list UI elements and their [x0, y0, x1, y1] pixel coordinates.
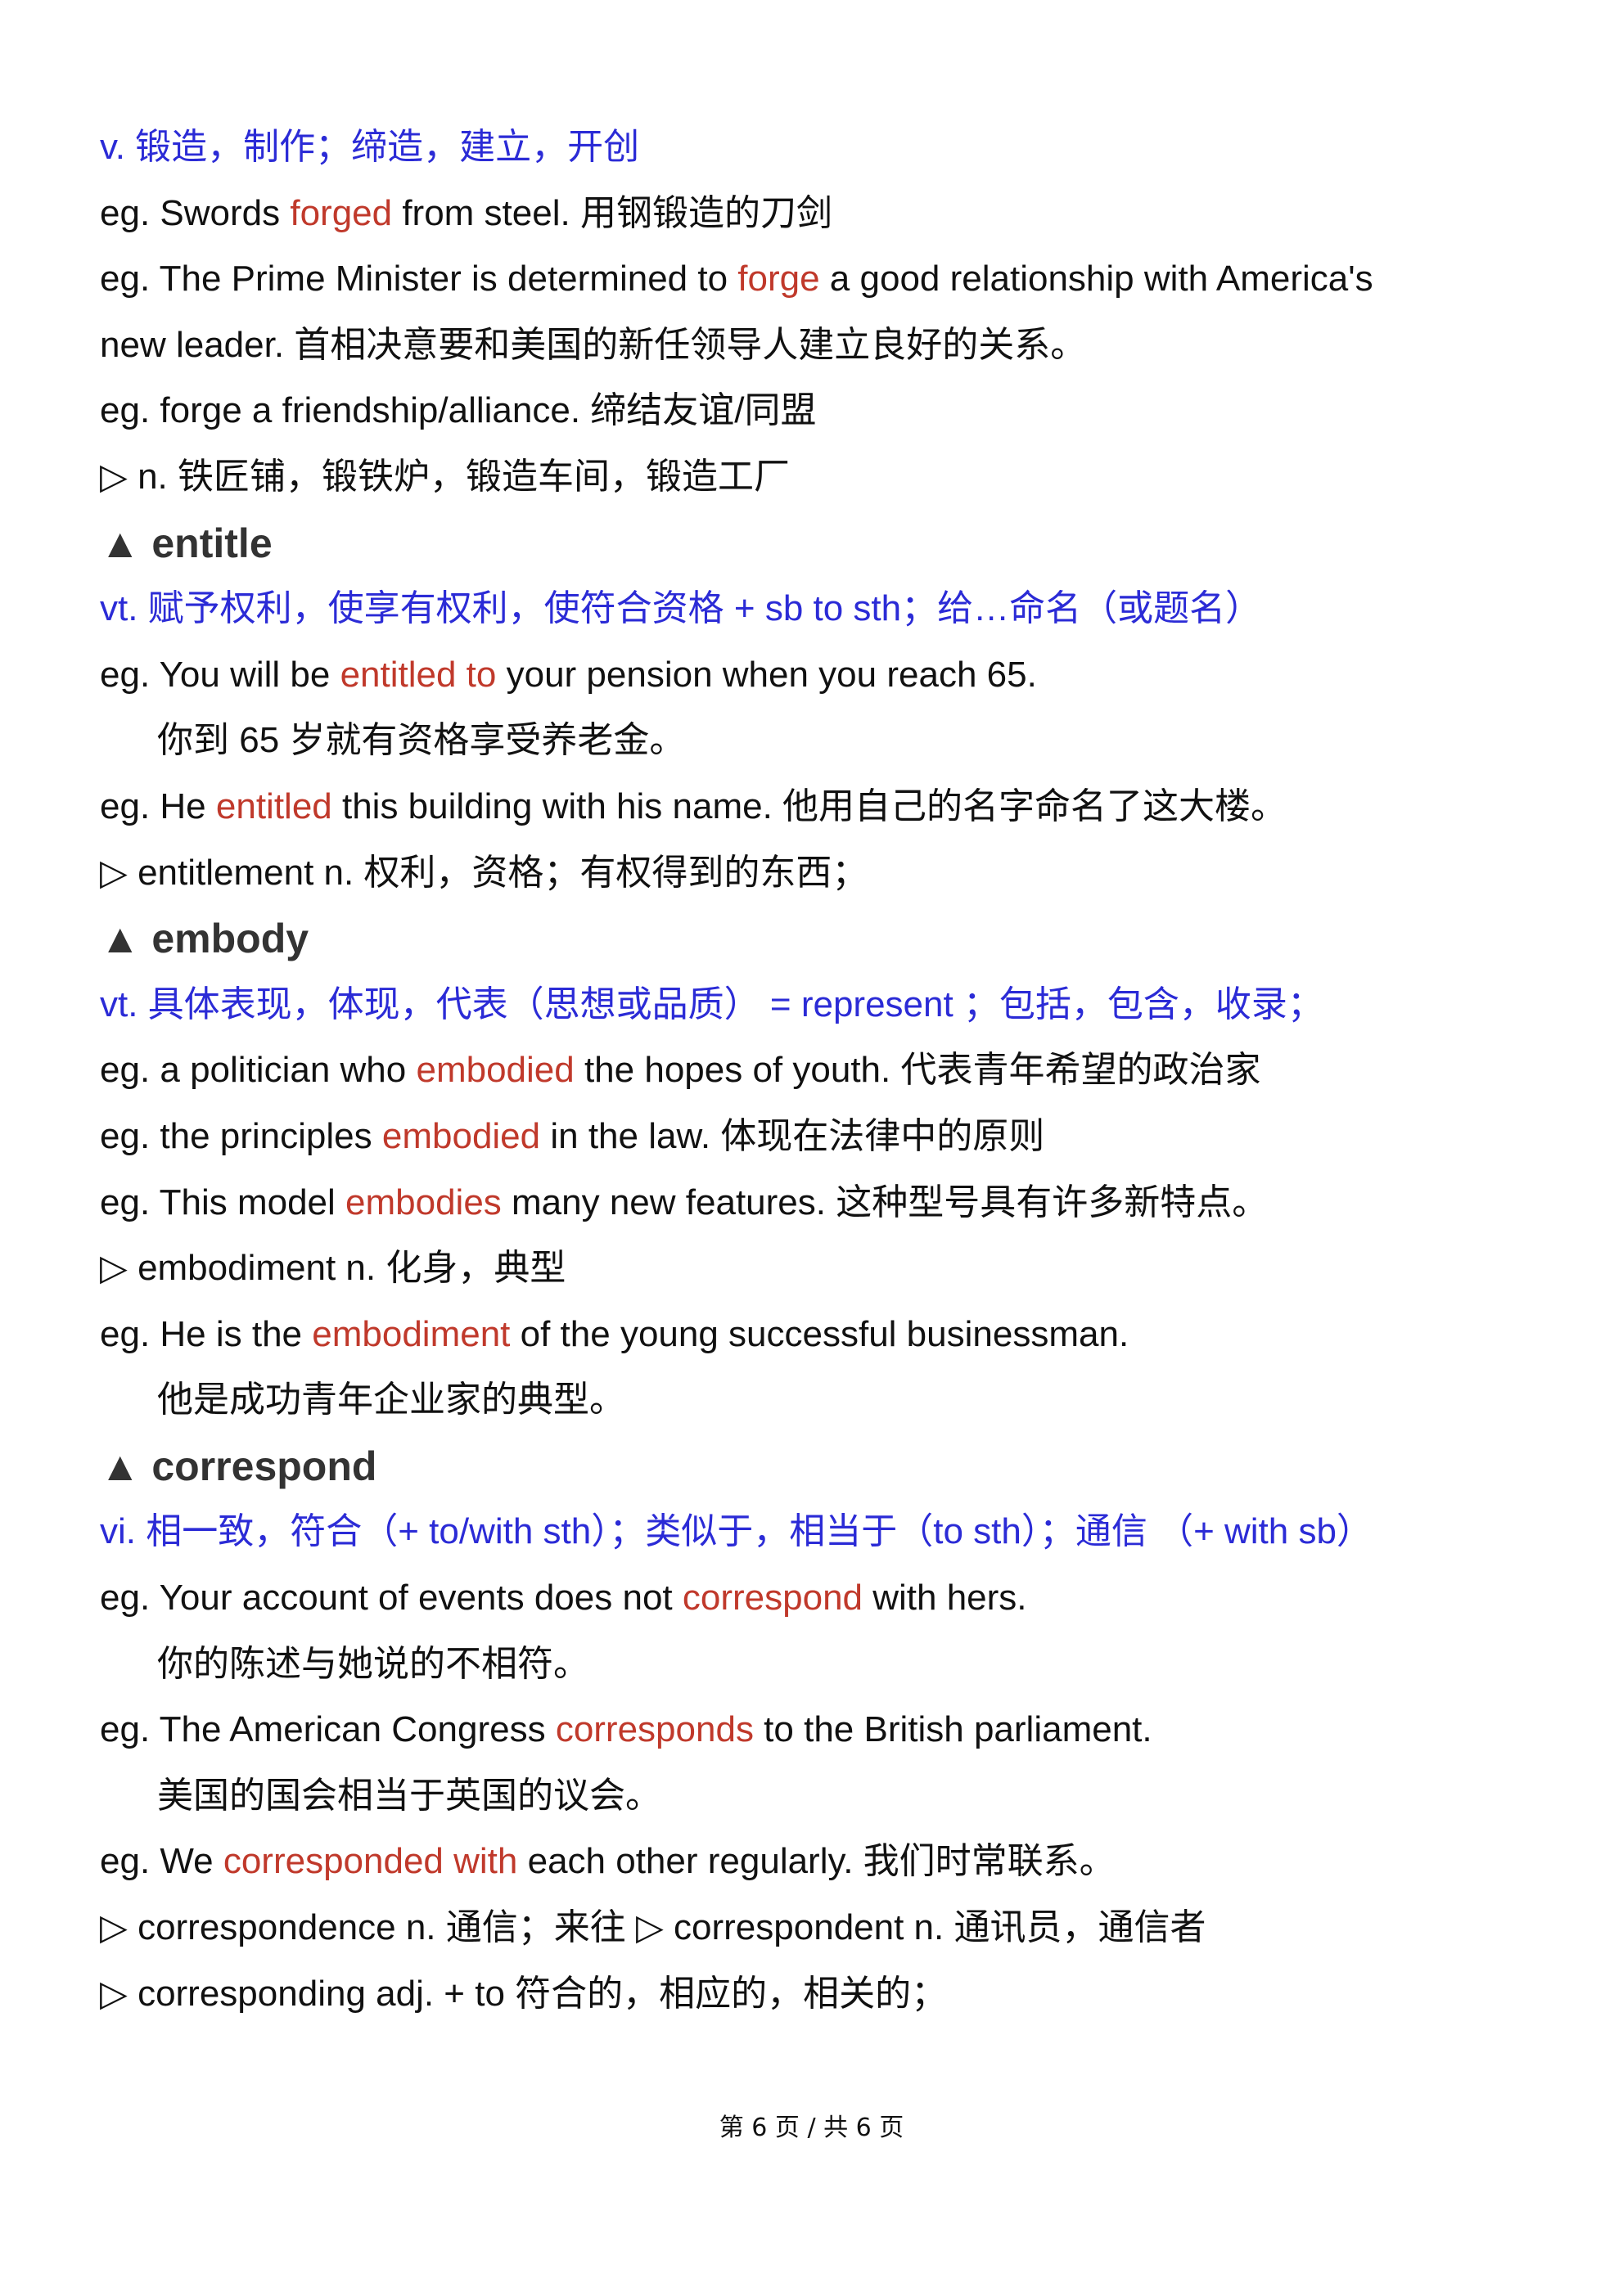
text-segment: many new features. 这种型号具有许多新特点。 — [501, 1182, 1269, 1222]
highlighted-word: corresponded with — [223, 1841, 518, 1882]
text-line: eg. You will be entitled to your pension… — [100, 642, 1557, 709]
text-segment: ▷ correspondence n. 通信；来往 ▷ corresponden… — [100, 1907, 1206, 1948]
text-segment: 美国的国会相当于英国的议会。 — [157, 1775, 661, 1816]
text-line: eg. Swords forged from steel. 用钢锻造的刀剑 — [100, 181, 1557, 247]
text-line: eg. The American Congress corresponds to… — [100, 1697, 1557, 1763]
text-segment: eg. a politician who — [100, 1050, 417, 1091]
text-line: ▷ embodiment n. 化身，典型 — [100, 1236, 1557, 1302]
highlighted-word: embodied — [416, 1050, 575, 1091]
text-segment: the hopes of youth. 代表青年希望的政治家 — [574, 1050, 1261, 1091]
text-segment: ▲ embody — [100, 916, 309, 962]
highlighted-word: embodiment — [312, 1313, 511, 1354]
text-segment: eg. Your account of events does not — [100, 1578, 683, 1618]
text-segment: eg. forge a friendship/alliance. 缔结友谊/同盟 — [100, 390, 817, 431]
text-segment: eg. The American Congress — [100, 1709, 556, 1750]
text-segment: ▷ embodiment n. 化身，典型 — [100, 1248, 566, 1289]
text-segment: 你到 65 岁就有资格享受养老金。 — [157, 720, 686, 761]
text-segment: your pension when you reach 65. — [496, 654, 1037, 695]
translation-line: 你的陈述与她说的不相符。 — [100, 1632, 1557, 1698]
text-segment: eg. Swords — [100, 192, 291, 233]
text-segment: from steel. 用钢锻造的刀剑 — [392, 192, 832, 233]
text-segment: new leader. 首相决意要和美国的新任领导人建立良好的关系。 — [100, 324, 1087, 365]
text-segment: vi. 相一致，符合（+ to/with sth）；类似于，相当于（to sth… — [100, 1511, 1373, 1552]
text-segment: v. 锻造，制作；缔造，建立，开创 — [100, 127, 640, 167]
text-segment: eg. The Prime Minister is determined to — [100, 259, 738, 299]
text-segment: in the law. 体现在法律中的原则 — [540, 1115, 1045, 1156]
text-line: eg. He entitled this building with his n… — [100, 774, 1557, 840]
text-segment: ▲ entitle — [100, 520, 273, 566]
translation-line: 你到 65 岁就有资格享受养老金。 — [100, 708, 1557, 774]
text-segment: to the British parliament. — [753, 1709, 1152, 1750]
highlighted-word: embodies — [345, 1182, 502, 1222]
text-line: eg. The Prime Minister is determined to … — [100, 246, 1557, 313]
text-line: eg. We corresponded with each other regu… — [100, 1829, 1557, 1895]
highlighted-word: entitled — [215, 786, 332, 826]
page-footer: 第 6 页 / 共 6 页 — [719, 2114, 904, 2142]
text-segment: 你的陈述与她说的不相符。 — [157, 1643, 589, 1684]
text-segment: vt. 赋予权利，使享有权利，使符合资格 + sb to sth；给…命名（或题… — [100, 588, 1262, 629]
text-segment: of the young successful businessman. — [510, 1313, 1129, 1354]
text-line: ▷ entitlement n. 权利，资格；有权得到的东西； — [100, 840, 1557, 907]
text-segment: ▷ n. 铁匠铺，锻铁炉，锻造车间，锻造工厂 — [100, 456, 790, 497]
text-segment: ▲ correspond — [100, 1443, 377, 1489]
text-segment: eg. the principles — [100, 1115, 382, 1156]
text-segment: each other regularly. 我们时常联系。 — [517, 1841, 1116, 1882]
text-segment: eg. We — [100, 1841, 223, 1882]
highlighted-word: correspond — [682, 1578, 863, 1618]
text-segment: with hers. — [863, 1578, 1027, 1618]
translation-line: 美国的国会相当于英国的议会。 — [100, 1763, 1557, 1830]
text-segment: ▷ corresponding adj. + to 符合的，相应的，相关的； — [100, 1973, 948, 2014]
highlighted-word: forge — [737, 259, 820, 299]
text-line: eg. He is the embodiment of the young su… — [100, 1302, 1557, 1368]
text-line: ▷ n. 铁匠铺，锻铁炉，锻造车间，锻造工厂 — [100, 444, 1557, 511]
text-segment: eg. He — [100, 786, 216, 826]
text-segment: this building with his name. 他用自己的名字命名了这… — [331, 786, 1287, 826]
text-line: eg. a politician who embodied the hopes … — [100, 1038, 1557, 1104]
highlighted-word: embodied — [381, 1115, 541, 1156]
highlighted-word: forged — [290, 192, 393, 233]
document-body: v. 锻造，制作；缔造，建立，开创 eg. Swords forged from … — [100, 115, 1557, 2027]
text-segment: eg. You will be — [100, 654, 340, 695]
definition-line: v. 锻造，制作；缔造，建立，开创 — [100, 115, 1557, 181]
text-segment: eg. He is the — [100, 1313, 313, 1354]
text-line: ▷ correspondence n. 通信；来往 ▷ corresponden… — [100, 1895, 1557, 1961]
definition-line: vt. 具体表现，体现，代表（思想或品质） = represent ；包括，包含… — [100, 972, 1557, 1038]
translation-line: 他是成功青年企业家的典型。 — [100, 1367, 1557, 1434]
text-line: new leader. 首相决意要和美国的新任领导人建立良好的关系。 — [100, 313, 1557, 379]
text-line: eg. forge a friendship/alliance. 缔结友谊/同盟 — [100, 378, 1557, 444]
text-segment: a good relationship with America's — [819, 259, 1373, 299]
text-line: eg. the principles embodied in the law. … — [100, 1104, 1557, 1170]
highlighted-word: entitled to — [340, 654, 497, 695]
text-segment: eg. This model — [100, 1182, 346, 1222]
text-segment: ▷ entitlement n. 权利，资格；有权得到的东西； — [100, 852, 868, 893]
text-segment: vt. 具体表现，体现，代表（思想或品质） = represent ；包括，包含… — [100, 984, 1323, 1024]
definition-line: vt. 赋予权利，使享有权利，使符合资格 + sb to sth；给…命名（或题… — [100, 576, 1557, 642]
entry-heading: ▲ entitle — [100, 511, 1557, 577]
definition-line: vi. 相一致，符合（+ to/with sth）；类似于，相当于（to sth… — [100, 1499, 1557, 1565]
text-line: ▷ corresponding adj. + to 符合的，相应的，相关的； — [100, 1961, 1557, 2028]
highlighted-word: corresponds — [555, 1709, 754, 1750]
entry-heading: ▲ embody — [100, 906, 1557, 972]
text-line: eg. This model embodies many new feature… — [100, 1170, 1557, 1236]
text-line: eg. Your account of events does not corr… — [100, 1565, 1557, 1632]
text-segment: 他是成功青年企业家的典型。 — [157, 1380, 625, 1420]
entry-heading: ▲ correspond — [100, 1434, 1557, 1500]
